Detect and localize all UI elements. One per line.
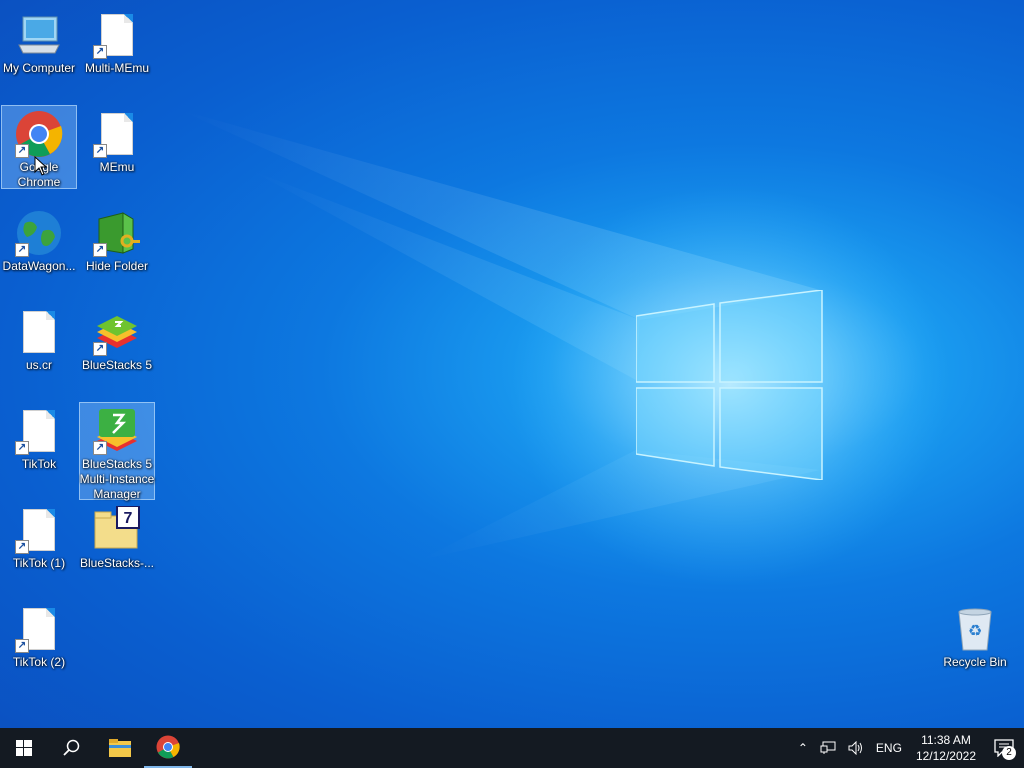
search-icon	[63, 739, 80, 756]
network-button[interactable]	[814, 741, 842, 755]
svg-text:♻: ♻	[968, 621, 982, 640]
desktop-icon-tiktok-2[interactable]: ↗ TikTok (2)	[1, 600, 77, 684]
shortcut-arrow-icon: ↗	[93, 441, 107, 455]
file-icon: ↗	[15, 605, 63, 653]
windows-logo	[635, 289, 824, 481]
shortcut-arrow-icon: ↗	[15, 540, 29, 554]
shortcut-arrow-icon: ↗	[93, 342, 107, 356]
windows-start-icon	[16, 740, 32, 756]
shortcut-arrow-icon: ↗	[15, 243, 29, 257]
7zip-archive-icon: 7	[93, 506, 141, 554]
taskbar-file-explorer[interactable]	[96, 728, 144, 768]
action-center-button[interactable]: 2	[984, 728, 1024, 768]
file-icon: ↗	[15, 407, 63, 455]
taskbar: ⌃ ENG 11:38 AM 12/12/2022 2	[0, 728, 1024, 768]
svg-text:7: 7	[124, 510, 133, 527]
desktop-icon-multi-memu[interactable]: ↗ Multi-MEmu	[79, 6, 155, 90]
clock-time: 11:38 AM	[921, 733, 971, 747]
desktop-icon-tiktok-1[interactable]: ↗ TikTok (1)	[1, 501, 77, 585]
search-button[interactable]	[48, 728, 96, 768]
file-icon: ↗	[15, 506, 63, 554]
notification-count-badge: 2	[1002, 746, 1016, 760]
start-button[interactable]	[0, 728, 48, 768]
clock-date: 12/12/2022	[915, 749, 976, 763]
desktop-icon-bluestacks-5[interactable]: ↗ BlueStacks 5	[79, 303, 155, 387]
volume-button[interactable]	[842, 741, 870, 755]
mouse-cursor-icon	[34, 155, 48, 181]
desktop-icon-recycle-bin[interactable]: ♻ Recycle Bin	[940, 600, 1010, 684]
taskbar-google-chrome[interactable]	[144, 728, 192, 768]
bluestacks-multi-icon: ↗	[93, 407, 141, 455]
language-indicator[interactable]: ENG	[870, 741, 908, 755]
desktop-icon-tiktok[interactable]: ↗ TikTok	[1, 402, 77, 486]
file-icon: ↗	[93, 110, 141, 158]
bluestacks-icon: ↗	[93, 308, 141, 356]
globe-icon: ↗	[15, 209, 63, 257]
shortcut-arrow-icon: ↗	[15, 639, 29, 653]
shortcut-arrow-icon: ↗	[93, 45, 107, 59]
network-icon	[820, 741, 836, 754]
speaker-icon	[848, 741, 862, 755]
recycle-bin-icon: ♻	[951, 605, 999, 653]
folder-icon	[109, 739, 131, 757]
file-icon	[15, 308, 63, 356]
shortcut-arrow-icon: ↗	[93, 144, 107, 158]
shortcut-arrow-icon: ↗	[93, 243, 107, 257]
computer-icon	[15, 11, 63, 59]
chevron-up-icon: ⌃	[797, 741, 808, 755]
show-hidden-icons-button[interactable]: ⌃	[792, 741, 814, 755]
shortcut-arrow-icon: ↗	[15, 441, 29, 455]
hide-folder-icon: ↗	[93, 209, 141, 257]
desktop-icon-datawagon[interactable]: ↗ DataWagon...	[1, 204, 77, 288]
file-icon: ↗	[93, 11, 141, 59]
system-tray: ⌃ ENG 11:38 AM 12/12/2022 2	[792, 728, 1024, 768]
chrome-icon	[156, 735, 180, 759]
desktop-icon-bluestacks-archive[interactable]: 7 BlueStacks-...	[79, 501, 155, 585]
desktop-icon-us-cr[interactable]: us.cr	[1, 303, 77, 387]
desktop-icon-bluestacks-multi-instance-manager[interactable]: ↗ BlueStacks 5 Multi-Instance Manager	[79, 402, 155, 501]
desktop-icon-memu[interactable]: ↗ MEmu	[79, 105, 155, 189]
desktop-icon-hide-folder[interactable]: ↗ Hide Folder	[79, 204, 155, 288]
clock[interactable]: 11:38 AM 12/12/2022	[908, 732, 984, 764]
shortcut-arrow-icon: ↗	[15, 144, 29, 158]
desktop-icon-my-computer[interactable]: My Computer	[1, 6, 77, 90]
chrome-icon: ↗	[15, 110, 63, 158]
